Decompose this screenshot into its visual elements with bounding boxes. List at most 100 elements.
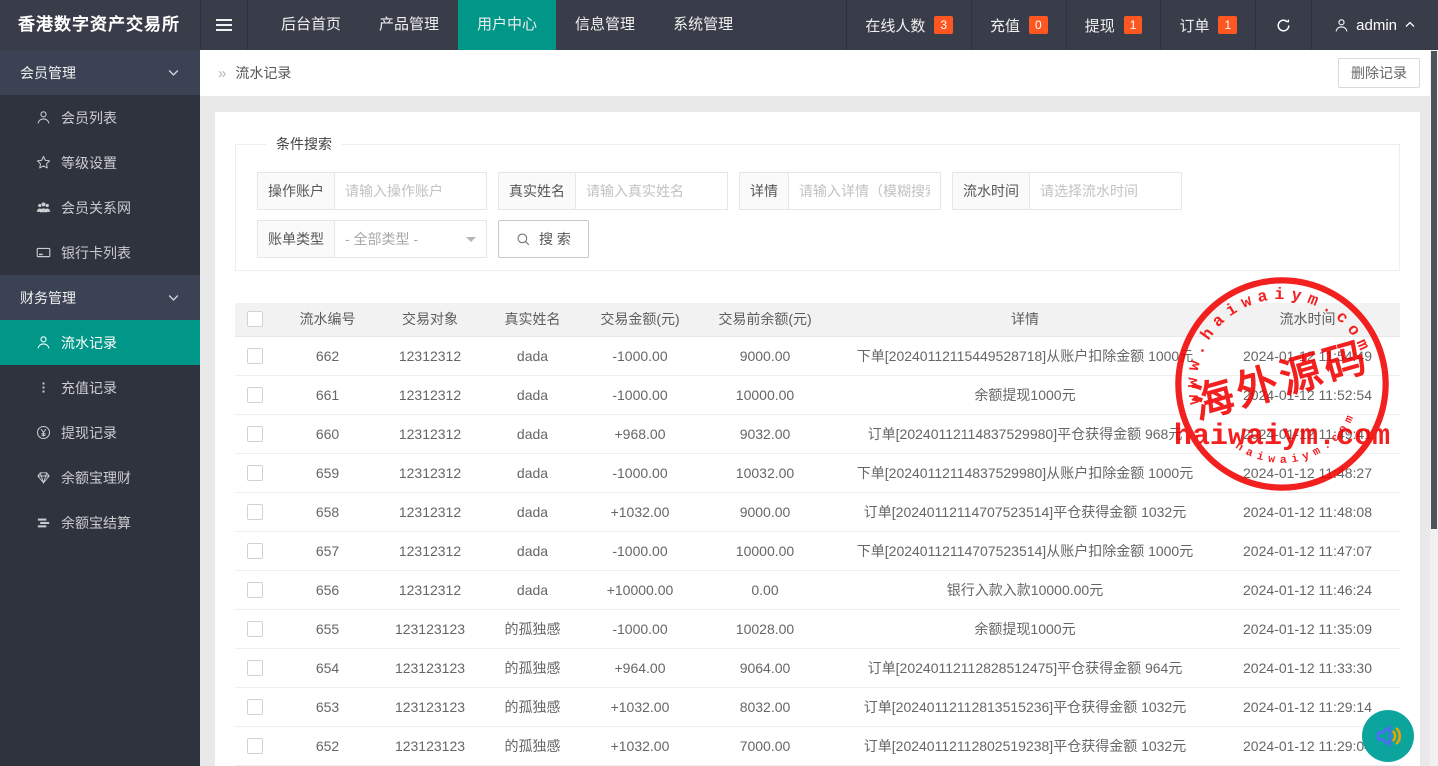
trade-target-cell: 12312312	[380, 375, 480, 415]
row-checkbox[interactable]	[247, 620, 263, 637]
sidebar-item-flow-records[interactable]: 流水记录	[0, 320, 200, 365]
sidebar-group-member[interactable]: 会员管理	[0, 50, 200, 95]
flow-time-cell: 2024-01-12 11:35:09	[1215, 609, 1400, 649]
row-checkbox[interactable]	[247, 386, 263, 403]
nav-item-home[interactable]: 后台首页	[262, 0, 360, 50]
row-checkbox-cell	[235, 687, 275, 727]
stat-online[interactable]: 在线人数 3	[846, 0, 971, 50]
bill-type-select[interactable]: - 全部类型 -	[335, 220, 487, 258]
sidebar-item-member-list[interactable]: 会员列表	[0, 95, 200, 140]
flow-time-cell: 2024-01-12 11:46:24	[1215, 570, 1400, 610]
row-checkbox-cell	[235, 609, 275, 649]
dots-icon	[36, 380, 51, 395]
table-row: 654 123123123 的孤独感 +964.00 9064.00 订单[2024011…	[235, 648, 1400, 688]
sidebar-group-finance[interactable]: 财务管理	[0, 275, 200, 320]
real-name-cell: dada	[480, 453, 585, 493]
detail-cell: 余额提现1000元	[835, 375, 1215, 415]
row-checkbox[interactable]	[247, 659, 263, 676]
trade-target-cell: 12312312	[380, 570, 480, 610]
stat-withdraw[interactable]: 提现 1	[1065, 0, 1161, 50]
sidebar-item-yuebao-settle[interactable]: 余额宝结算	[0, 500, 200, 545]
nav-item-info[interactable]: 信息管理	[556, 0, 654, 50]
sidebar-item-member-network[interactable]: 会员关系网	[0, 185, 200, 230]
row-checkbox[interactable]	[247, 737, 263, 754]
row-checkbox-cell	[235, 336, 275, 376]
trade-target-cell: 123123123	[380, 726, 480, 766]
balance-before-cell: 7000.00	[695, 726, 835, 766]
operate-account-label: 操作账户	[257, 172, 335, 210]
flow-id-cell: 653	[275, 687, 380, 727]
detail-cell: 下单[20240112115449528718]从账户扣除金额 1000元	[835, 336, 1215, 376]
flow-time-cell: 2024-01-12 11:49:41	[1215, 414, 1400, 454]
stat-recharge[interactable]: 充值 0	[971, 0, 1066, 50]
balance-before-cell: 8032.00	[695, 687, 835, 727]
trade-amount-cell: -1000.00	[585, 531, 695, 571]
operate-account-group: 操作账户	[257, 172, 487, 210]
flow-id-cell: 659	[275, 453, 380, 493]
nav-item-user-center[interactable]: 用户中心	[458, 0, 557, 50]
search-row-2: 账单类型 - 全部类型 - 搜 索	[246, 220, 1389, 268]
sidebar-group-finance-title: 财务管理	[20, 289, 76, 306]
operate-account-input[interactable]	[335, 172, 487, 210]
nav-item-system[interactable]: 系统管理	[654, 0, 752, 50]
scrollbar-track[interactable]	[1430, 50, 1438, 766]
table-row: 660 12312312 dada +968.00 9032.00 订单[20240112…	[235, 414, 1400, 454]
detail-cell: 订单[20240112112828512475]平仓获得金额 964元	[835, 648, 1215, 688]
admin-username: admin	[1356, 16, 1397, 34]
admin-menu[interactable]: admin	[1311, 0, 1438, 50]
row-checkbox[interactable]	[247, 464, 263, 481]
balance-before-cell: 10000.00	[695, 375, 835, 415]
table-row: 656 12312312 dada +10000.00 0.00 银行入款入款10000.…	[235, 570, 1400, 610]
real-name-input[interactable]	[576, 172, 728, 210]
sidebar-item-bank-card-list[interactable]: 银行卡列表	[0, 230, 200, 275]
select-all-checkbox[interactable]	[247, 311, 263, 328]
real-name-cell: dada	[480, 570, 585, 610]
table-row: 661 12312312 dada -1000.00 10000.00 余额提现1000元…	[235, 375, 1400, 415]
row-checkbox-cell	[235, 492, 275, 532]
row-checkbox[interactable]	[247, 425, 263, 442]
detail-cell: 下单[20240112114707523514]从账户扣除金额 1000元	[835, 531, 1215, 571]
sound-float-button[interactable]	[1362, 710, 1414, 762]
balance-before-cell: 9064.00	[695, 648, 835, 688]
sidebar-item-recharge-records-label: 充值记录	[61, 379, 117, 396]
column-header-1: 交易对象	[380, 303, 480, 337]
nav-item-product[interactable]: 产品管理	[360, 0, 458, 50]
row-checkbox[interactable]	[247, 698, 263, 715]
trade-amount-cell: -1000.00	[585, 336, 695, 376]
search-button-label: 搜 索	[539, 231, 571, 247]
flow-time-cell: 2024-01-12 11:33:30	[1215, 648, 1400, 688]
flow-time-cell: 2024-01-12 11:54:49	[1215, 336, 1400, 376]
real-name-cell: 的孤独感	[480, 648, 585, 688]
row-checkbox[interactable]	[247, 347, 263, 364]
sidebar-item-recharge-records[interactable]: 充值记录	[0, 365, 200, 410]
sidebar-item-level-setting[interactable]: 等级设置	[0, 140, 200, 185]
detail-label: 详情	[739, 172, 789, 210]
real-name-cell: 的孤独感	[480, 687, 585, 727]
real-name-cell: dada	[480, 336, 585, 376]
trade-target-cell: 123123123	[380, 648, 480, 688]
flow-time-cell: 2024-01-12 11:48:27	[1215, 453, 1400, 493]
sidebar-item-yuebao-invest[interactable]: 余额宝理财	[0, 455, 200, 500]
row-checkbox[interactable]	[247, 581, 263, 598]
table-header-row: 流水编号 交易对象 真实姓名 交易金额(元) 交易前余额(元) 详情 流水时间	[235, 303, 1400, 337]
sidebar-item-withdraw-records[interactable]: 提现记录	[0, 410, 200, 455]
table-row: 658 12312312 dada +1032.00 9000.00 订单[2024011…	[235, 492, 1400, 532]
trade-amount-cell: +1032.00	[585, 687, 695, 727]
detail-cell: 订单[20240112112813515236]平仓获得金额 1032元	[835, 687, 1215, 727]
hamburger-icon[interactable]	[200, 0, 248, 50]
scrollbar-thumb[interactable]	[1431, 51, 1437, 529]
flow-time-input[interactable]	[1030, 172, 1182, 210]
row-checkbox[interactable]	[247, 503, 263, 520]
table-row: 657 12312312 dada -1000.00 10000.00 下单[202401…	[235, 531, 1400, 571]
search-button[interactable]: 搜 索	[498, 220, 589, 258]
delete-records-button[interactable]: 删除记录	[1338, 58, 1420, 88]
refresh-button[interactable]	[1255, 0, 1311, 50]
row-checkbox[interactable]	[247, 542, 263, 559]
stat-order[interactable]: 订单 1	[1160, 0, 1255, 50]
chevron-down-icon	[168, 295, 179, 301]
row-checkbox-cell	[235, 570, 275, 610]
chevron-down-icon	[168, 70, 179, 76]
trade-target-cell: 12312312	[380, 531, 480, 571]
balance-before-cell: 10000.00	[695, 531, 835, 571]
detail-input[interactable]	[789, 172, 941, 210]
